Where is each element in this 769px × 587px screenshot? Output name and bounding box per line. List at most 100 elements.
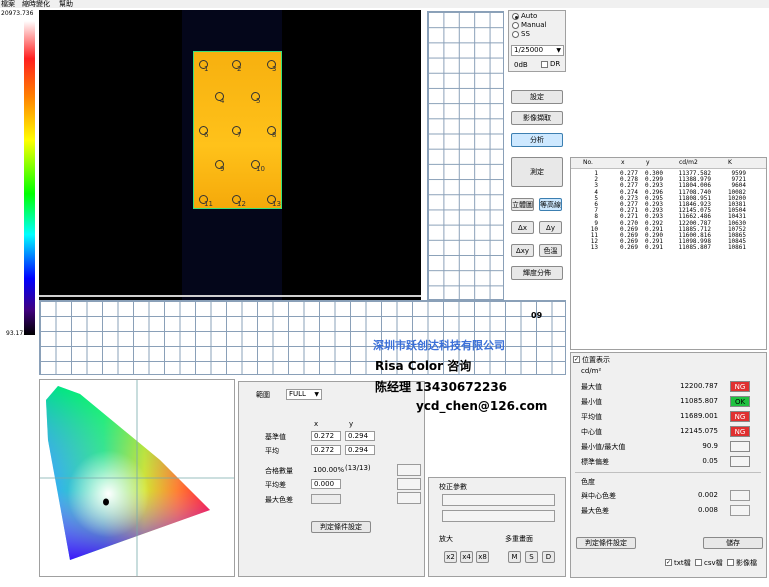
average-y-field: 0.294	[345, 445, 375, 455]
measurement-image[interactable]: 1 2 3 4 5 6 7 8 9 10 11 12 13	[39, 10, 421, 300]
txt-label: txt檔	[674, 559, 691, 567]
measurement-point[interactable]: 8	[267, 126, 277, 139]
point-number: 11	[204, 200, 213, 208]
zoom-x2-button[interactable]: x2	[444, 551, 457, 563]
table-cell: 0.291	[644, 244, 663, 252]
csv-label: csv檔	[704, 559, 723, 567]
view-s-button[interactable]: S	[525, 551, 538, 563]
point-number: 1	[204, 65, 209, 73]
measurement-point[interactable]: 7	[232, 126, 242, 139]
txt-checkbox[interactable]: ✓	[665, 559, 672, 566]
table-cell: 10861	[727, 244, 746, 252]
save-button[interactable]: 儲存	[703, 537, 763, 549]
measurement-point[interactable]: 3	[267, 60, 277, 73]
judge-settings-button-left[interactable]: 判定條件設定	[311, 521, 371, 533]
table-row[interactable]: 13 0.269 0.291 11085.807 10861	[571, 244, 769, 252]
correction-panel: 校正參數 放大 多重畫面 x2 x4 x8 M S D	[428, 477, 566, 577]
distribution-button[interactable]: 輝度分佈	[511, 266, 563, 280]
cie-diagram[interactable]	[39, 379, 235, 577]
stat-value: 12200.787	[680, 382, 718, 390]
color-scale-panel: 20973.736 93.171	[0, 9, 38, 341]
view-m-button[interactable]: M	[508, 551, 521, 563]
table-cell: 0.269	[619, 244, 638, 252]
stat-label: 中心值	[581, 428, 602, 436]
measurement-point[interactable]: 2	[232, 60, 242, 73]
col-no: No.	[583, 159, 593, 166]
measurement-point[interactable]: 9	[215, 160, 225, 173]
range-panel: 範圍 FULL ▼ x y 基準值 0.272 0.294 平均 0.272 0…	[238, 381, 425, 577]
color-stat-value: 0.002	[697, 491, 718, 499]
judge-settings-button-right[interactable]: 判定條件設定	[576, 537, 636, 549]
menu-timelapse[interactable]: 縮時變化	[22, 0, 50, 9]
measurement-point[interactable]: 1	[199, 60, 209, 73]
delta-y-button[interactable]: Δy	[539, 221, 562, 234]
measurement-point[interactable]: 5	[251, 92, 261, 105]
measurement-point[interactable]: 13	[267, 195, 281, 208]
avg-diff-status-box	[397, 478, 421, 490]
correction-field-1	[442, 494, 555, 506]
stat-label: 平均值	[581, 413, 602, 421]
csv-checkbox[interactable]	[695, 559, 702, 566]
menu-help[interactable]: 幫助	[59, 0, 73, 9]
measurement-point[interactable]: 4	[215, 92, 225, 105]
color-temp-button[interactable]: 色溫	[539, 244, 562, 257]
exposure-radio-auto[interactable]	[512, 13, 519, 20]
point-number: 9	[220, 165, 225, 173]
point-number: 4	[220, 97, 225, 105]
stat-value: 12145.075	[680, 427, 718, 435]
reference-label: 基準值	[265, 433, 286, 441]
delta-xy-button[interactable]: Δxy	[511, 244, 534, 257]
table-cell: 13	[590, 244, 598, 252]
color-stat-label: 與中心色差	[581, 492, 616, 500]
3d-view-button[interactable]: 立體圖	[511, 198, 534, 211]
exposure-radio-manual[interactable]	[512, 22, 519, 29]
pass-count-label: 合格數量	[265, 467, 293, 475]
view-d-button[interactable]: D	[542, 551, 555, 563]
chevron-down-icon: ▼	[556, 47, 561, 54]
stat-label: 標準偏差	[581, 458, 609, 466]
max-diff-label: 最大色差	[265, 496, 293, 504]
zoom-x8-button[interactable]: x8	[476, 551, 489, 563]
range-select[interactable]: FULL ▼	[286, 389, 322, 400]
delta-x-button[interactable]: Δx	[511, 221, 534, 234]
contour-button[interactable]: 等高線	[539, 198, 562, 211]
scale-min-label: 93.171	[6, 330, 27, 337]
capture-button[interactable]: 影像擷取	[511, 111, 563, 125]
point-number: 7	[237, 131, 242, 139]
analyze-button[interactable]: 分析	[511, 133, 563, 147]
color-stat-status-box	[730, 490, 750, 501]
watermark-email: ycd_chen@126.com	[416, 399, 548, 413]
watermark-line2: Risa Color 咨询	[375, 359, 472, 373]
measure-button[interactable]: 測定	[511, 157, 563, 187]
watermark-line3: 陈经理 13430672236	[375, 380, 508, 394]
settings-button[interactable]: 設定	[511, 90, 563, 104]
stat-status-badge: OK	[730, 396, 750, 407]
reference-y-field[interactable]: 0.294	[345, 431, 375, 441]
stats-panel: ✓ 位置表示 cd/m² 最大值 12200.787 NG 最小值 11085.807 O…	[570, 352, 767, 578]
zoom-x4-button[interactable]: x4	[460, 551, 473, 563]
avg-diff-field: 0.000	[311, 479, 341, 489]
avg-diff-label: 平均差	[265, 481, 286, 489]
shutter-value: 1/25000	[514, 46, 544, 54]
measurement-point[interactable]: 10	[251, 160, 265, 173]
exposure-panel: Auto Manual SS 1/25000 ▼ 0dB DR	[508, 10, 566, 72]
dr-checkbox[interactable]	[541, 61, 548, 68]
point-number: 2	[237, 65, 242, 73]
exposure-label-manual: Manual	[521, 21, 547, 29]
reference-x-field[interactable]: 0.272	[311, 431, 341, 441]
menu-file[interactable]: 檔案	[1, 0, 15, 9]
measurement-table[interactable]: No. x y cd/m2 K 1 0.277 0.300 11377.582 9599…	[570, 157, 767, 350]
measurement-point[interactable]: 6	[199, 126, 209, 139]
stat-label: 最大值	[581, 383, 602, 391]
chevron-down-icon: ▼	[314, 391, 319, 398]
table-header: No. x y cd/m2 K	[571, 158, 766, 169]
image-scrollbar[interactable]	[39, 295, 421, 297]
measurement-point[interactable]: 12	[232, 195, 246, 208]
gain-value: 0dB	[514, 61, 528, 69]
position-checkbox[interactable]: ✓	[573, 356, 580, 363]
shutter-select[interactable]: 1/25000 ▼	[511, 45, 564, 56]
color-scale-bar	[24, 21, 35, 335]
exposure-radio-ss[interactable]	[512, 31, 519, 38]
measurement-point[interactable]: 11	[199, 195, 213, 208]
image-checkbox[interactable]	[727, 559, 734, 566]
